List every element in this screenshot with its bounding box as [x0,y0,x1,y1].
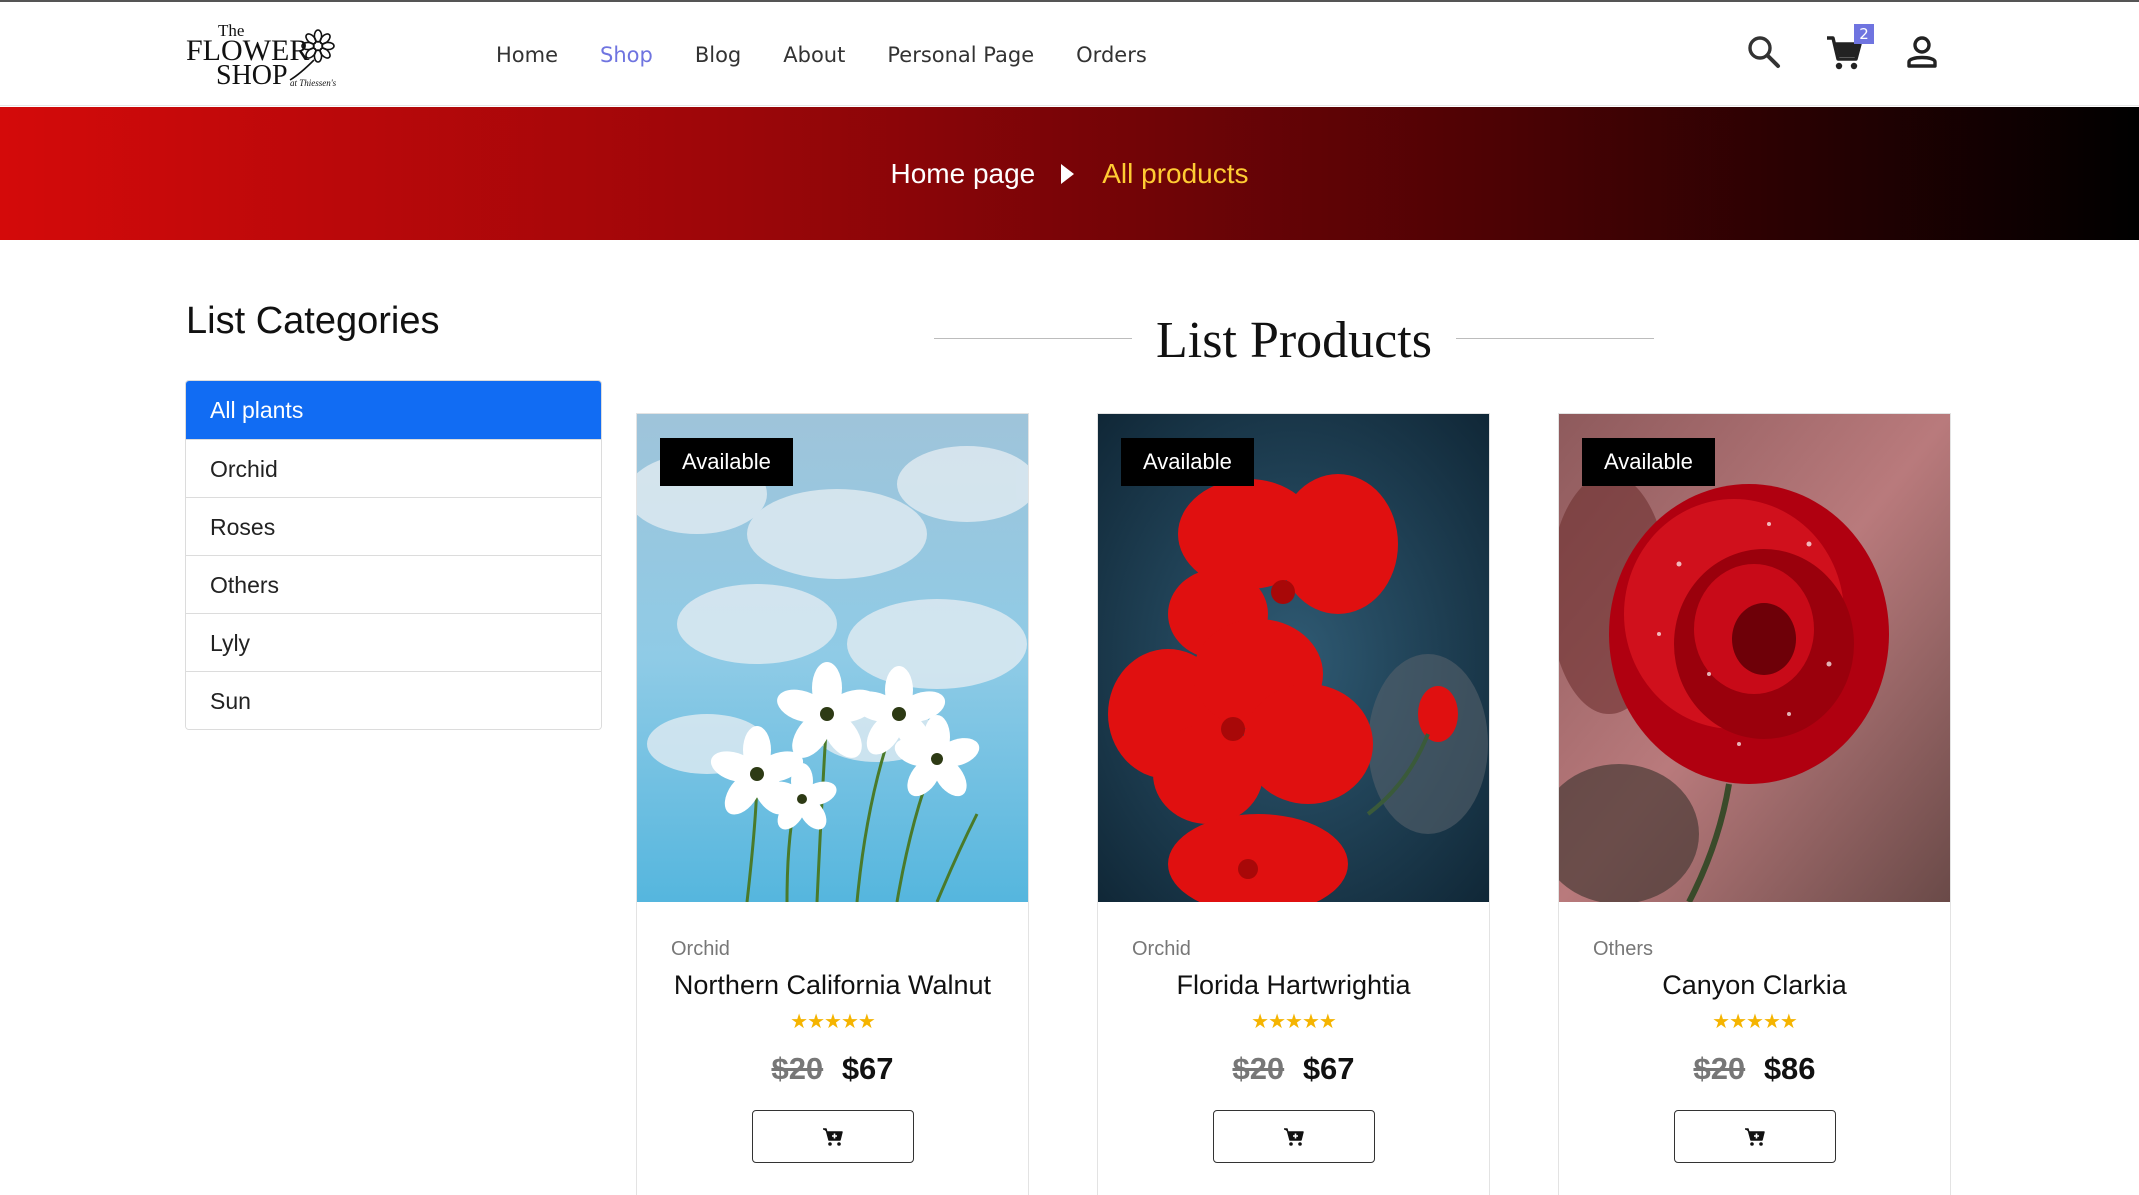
nav-personal-page[interactable]: Personal Page [887,40,1034,70]
category-roses[interactable]: Roses [186,497,601,555]
product-image-red-geranium[interactable]: Available [1098,414,1489,902]
logo[interactable]: The FLOWER SHOP at Thiessen's [186,20,351,91]
product-price: $20 $67 [1098,1051,1489,1087]
breadcrumb-home[interactable]: Home page [890,158,1035,190]
product-card[interactable]: Available Others Canyon Clarkia ★★★★★ $2… [1558,413,1951,1195]
product-name[interactable]: Florida Hartwrightia [1098,970,1489,1001]
product-category: Orchid [671,938,730,960]
category-orchid[interactable]: Orchid [186,439,601,497]
nav-home[interactable]: Home [496,40,558,70]
add-to-cart-button[interactable] [752,1110,914,1163]
old-price: $20 [771,1051,824,1086]
product-card[interactable]: Available Orchid Northern California Wal… [636,413,1029,1195]
site-header: The FLOWER SHOP at Thiessen's Home Shop … [0,2,2139,106]
availability-badge: Available [660,438,793,486]
category-sun[interactable]: Sun [186,671,601,729]
nav-shop[interactable]: Shop [600,40,653,70]
availability-badge: Available [1582,438,1715,486]
category-all-plants[interactable]: All plants [186,381,601,439]
breadcrumb: Home page All products [0,107,2139,240]
categories-title: List Categories [186,300,440,342]
product-category: Others [1593,938,1654,960]
product-image-white-cosmos[interactable]: Available [637,414,1028,902]
cart-button[interactable]: 2 [1824,24,1874,72]
breadcrumb-current: All products [1102,157,1249,189]
nav-blog[interactable]: Blog [695,40,741,70]
caret-right-icon [1061,163,1075,184]
cart-plus-icon [1284,1127,1304,1146]
product-name[interactable]: Northern California Walnut [637,970,1028,1001]
old-price: $20 [1693,1051,1746,1086]
star-rating: ★★★★★ [790,1011,876,1033]
cart-plus-icon [1745,1127,1765,1146]
product-price: $20 $67 [637,1051,1028,1087]
heading-divider-right [1456,338,1654,339]
category-list: All plants Orchid Roses Others Lyly Sun [185,380,602,730]
account-button[interactable] [1902,32,1942,72]
current-price: $67 [1302,1051,1355,1086]
product-image-red-rose[interactable]: Available [1559,414,1950,902]
current-price: $86 [1763,1051,1816,1086]
current-price: $67 [841,1051,894,1086]
availability-badge: Available [1121,438,1254,486]
logo-shop: SHOP [216,60,288,90]
product-card[interactable]: Available Orchid Florida Hartwrightia ★★… [1097,413,1490,1195]
page-banner: Home page All products [0,107,2139,240]
product-name[interactable]: Canyon Clarkia [1559,970,1950,1001]
heading-divider-left [934,338,1132,339]
products-title: List Products [1156,312,1432,369]
product-category: Orchid [1132,938,1191,960]
products-heading: List Products [934,305,1654,375]
category-lyly[interactable]: Lyly [186,613,601,671]
old-price: $20 [1232,1051,1285,1086]
search-button[interactable] [1744,32,1784,72]
add-to-cart-button[interactable] [1213,1110,1375,1163]
star-rating: ★★★★★ [1712,1011,1798,1033]
cart-count-badge: 2 [1854,24,1874,44]
logo-script: at Thiessen's [290,78,337,88]
nav-about[interactable]: About [783,40,845,70]
user-icon [1907,36,1937,68]
nav-orders[interactable]: Orders [1076,40,1147,70]
product-price: $20 $86 [1559,1051,1950,1087]
category-others[interactable]: Others [186,555,601,613]
star-rating: ★★★★★ [1251,1011,1337,1033]
cart-plus-icon [823,1127,843,1146]
search-icon [1748,36,1780,68]
main-nav: Home Shop Blog About Personal Page Order… [496,40,1189,70]
add-to-cart-button[interactable] [1674,1110,1836,1163]
